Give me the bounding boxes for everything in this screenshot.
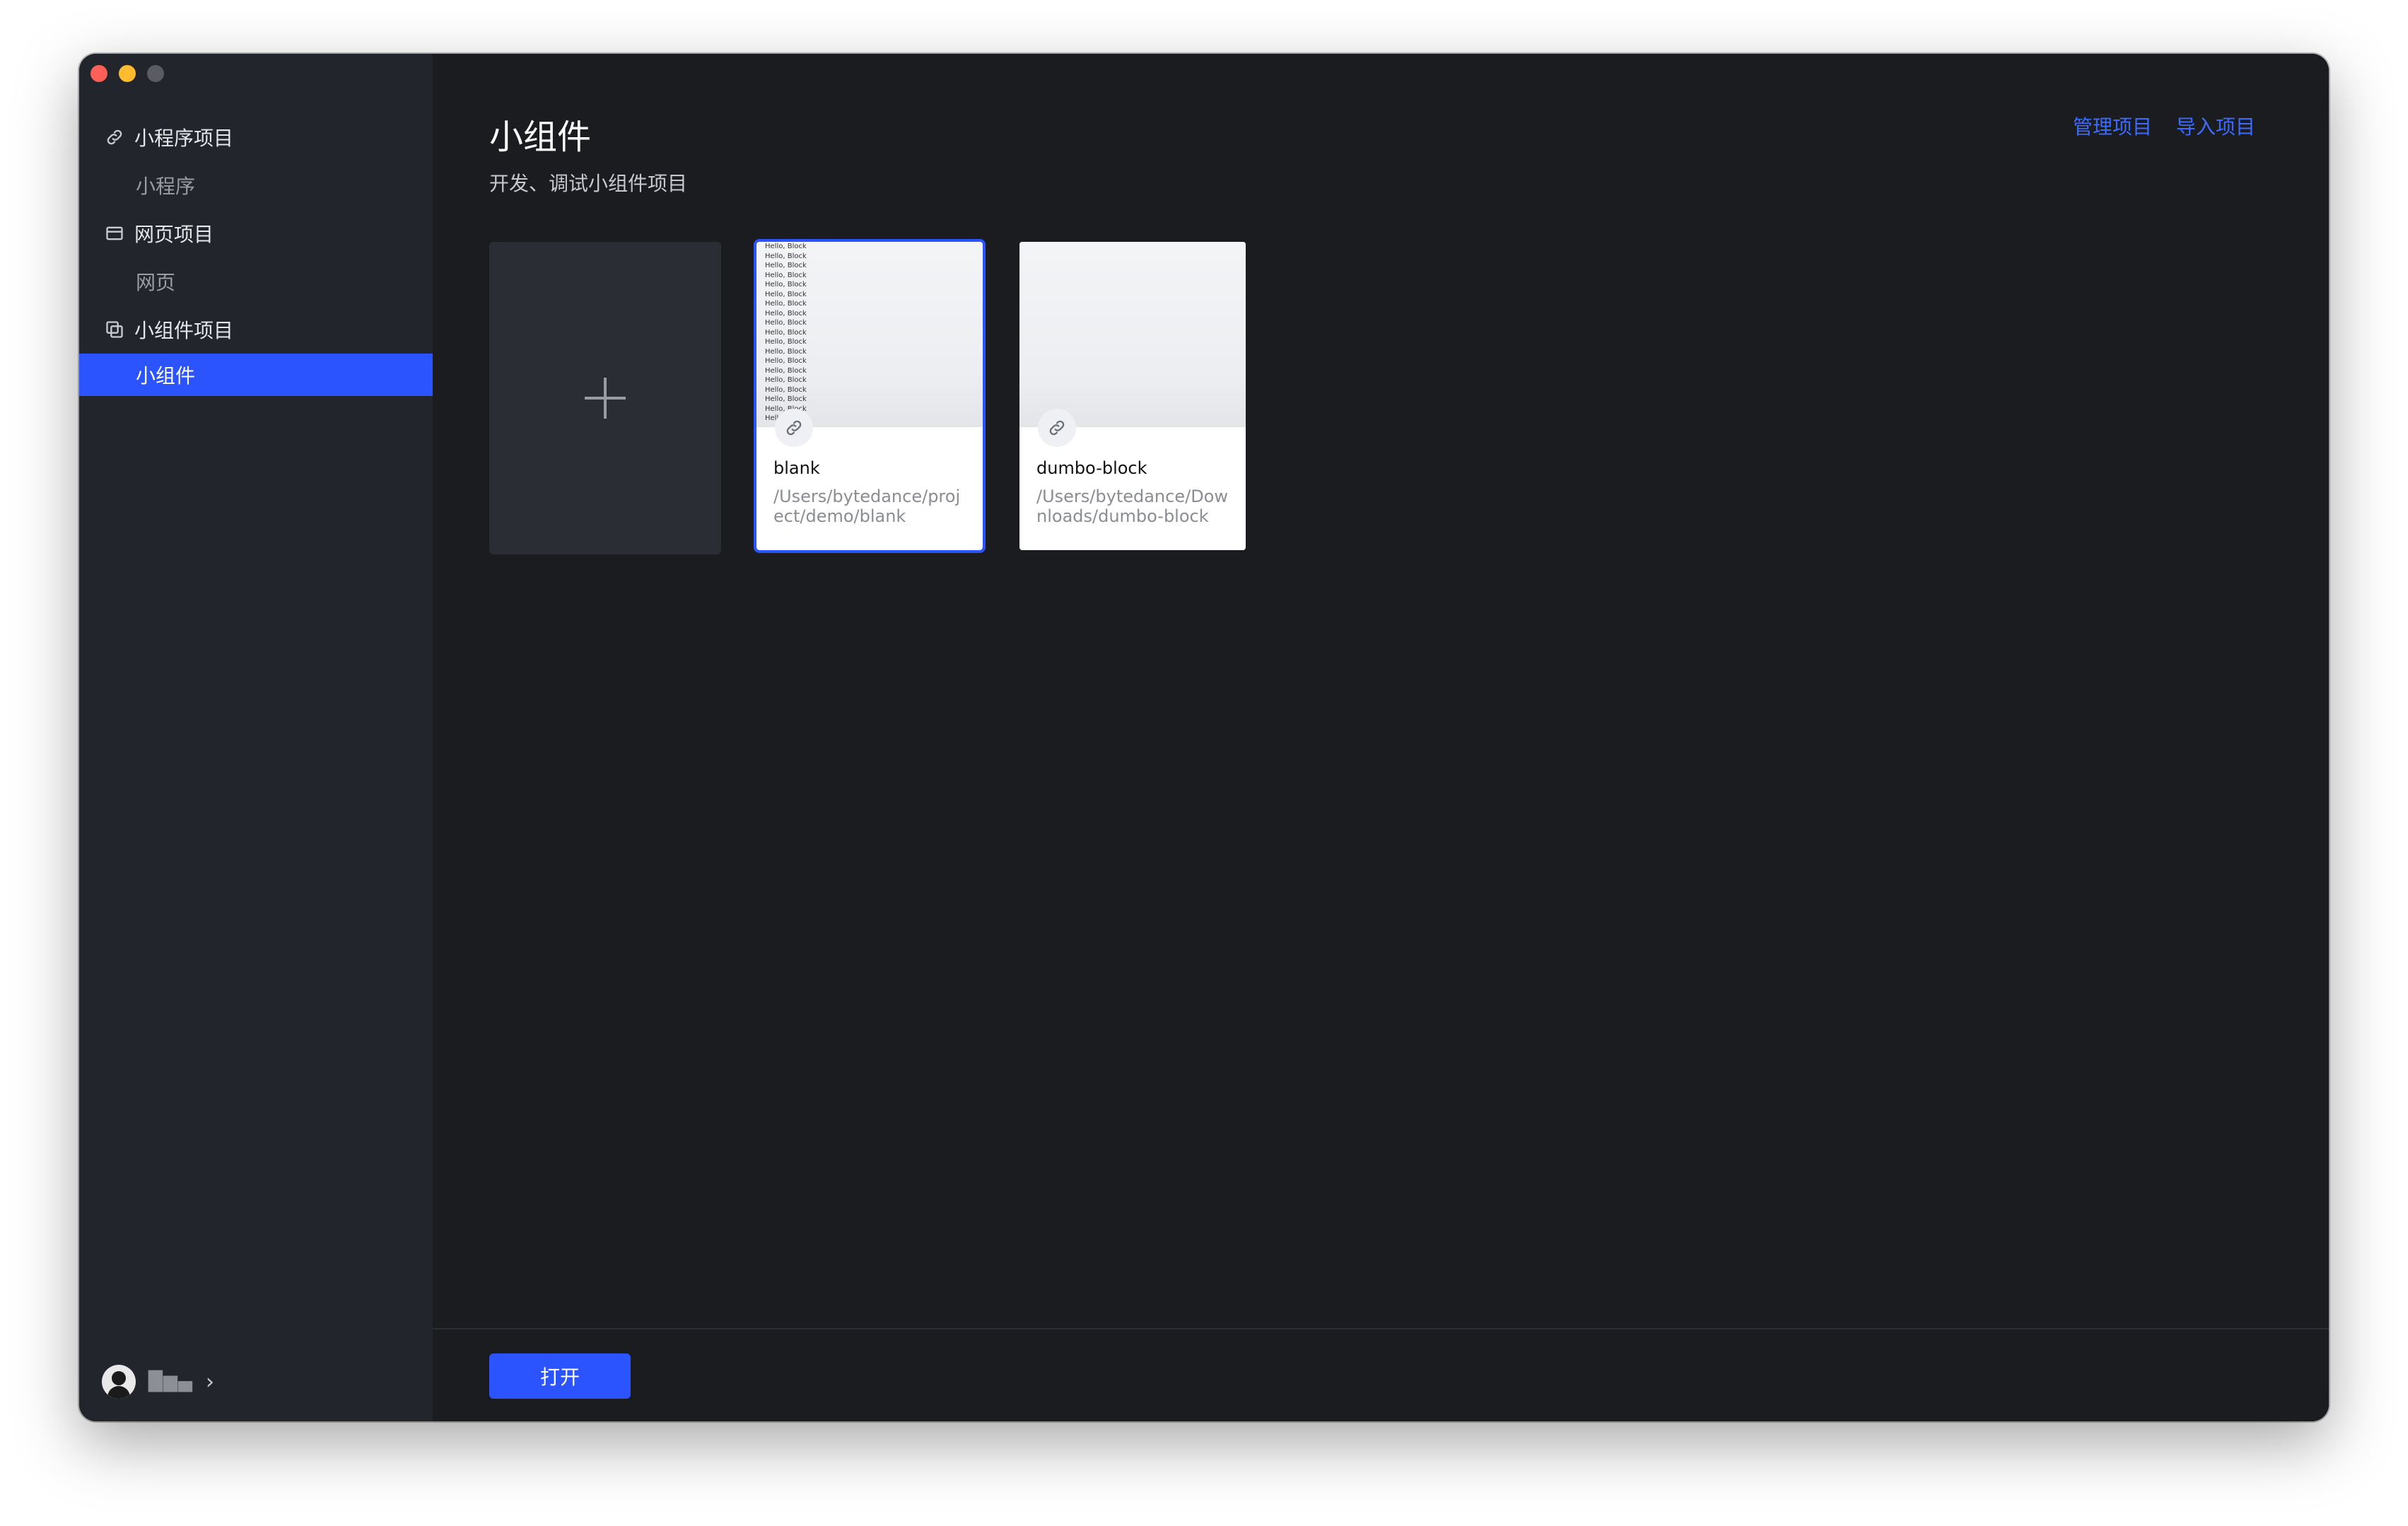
user-name: █▆▄ — [148, 1371, 193, 1392]
header-links: 管理项目 导入项目 — [2073, 112, 2255, 140]
sidebar-item-miniprogram[interactable]: 小程序 — [79, 161, 433, 209]
preview-line: Hello, Block — [765, 300, 807, 308]
project-card-dumbo-block[interactable]: dumbo-block /Users/bytedance/Downloads/d… — [1019, 242, 1246, 550]
user-account[interactable]: █▆▄ › — [102, 1365, 214, 1399]
footer-bar: 打开 — [433, 1328, 2329, 1421]
sidebar-item-widget[interactable]: 小组件 — [79, 354, 433, 396]
preview-line: Hello, Block — [765, 319, 807, 327]
minimize-window-button[interactable] — [119, 65, 136, 82]
project-name: dumbo-block — [1036, 458, 1147, 478]
window-controls — [90, 65, 164, 82]
import-project-link[interactable]: 导入项目 — [2176, 112, 2255, 140]
sidebar-nav: 小程序项目 小程序 网页项目 网页 小组件项目 小组件 — [79, 113, 433, 396]
project-preview — [1019, 242, 1246, 427]
sidebar-item-webpage[interactable]: 网页 — [79, 257, 433, 305]
link-icon — [775, 409, 813, 447]
close-window-button[interactable] — [90, 65, 107, 82]
widget-copy-icon — [105, 320, 124, 339]
preview-line: Hello, Block — [765, 243, 807, 250]
preview-line: Hello, Block — [765, 366, 807, 375]
preview-line: Hello, Block — [765, 347, 807, 356]
page-title: 小组件 — [489, 117, 592, 157]
new-project-card[interactable] — [489, 242, 721, 554]
preview-line: Hello, Block — [765, 309, 807, 318]
chevron-right-icon: › — [206, 1369, 214, 1394]
preview-line: Hello, Block — [765, 357, 807, 365]
open-button[interactable]: 打开 — [489, 1353, 631, 1399]
sidebar-group-widget[interactable]: 小组件项目 — [79, 305, 433, 354]
project-card-blank[interactable]: Hello, Block Hello, Block Hello, Block Hell… — [754, 239, 986, 553]
link-icon — [105, 127, 124, 147]
preview-line: Hello, Block — [765, 271, 807, 279]
browser-window-icon — [105, 223, 124, 243]
main-content: 小组件 开发、调试小组件项目 管理项目 导入项目 Hello, Block Hel… — [433, 54, 2329, 1421]
preview-line: Hello, Block — [765, 252, 807, 260]
manage-projects-link[interactable]: 管理项目 — [2073, 112, 2152, 140]
preview-line: Hello, Block — [765, 395, 807, 403]
app-window: 小程序项目 小程序 网页项目 网页 小组件项目 小组件 █▆▄ › 小组件 开发… — [79, 54, 2329, 1421]
link-icon — [1038, 409, 1076, 447]
preview-line: Hello, Block — [765, 281, 807, 289]
preview-line: Hello, Block — [765, 338, 807, 346]
preview-line: Hello, Block — [765, 328, 807, 337]
avatar[interactable] — [102, 1365, 136, 1399]
sidebar-group-label: 网页项目 — [134, 223, 214, 246]
sidebar-group-miniprogram[interactable]: 小程序项目 — [79, 113, 433, 161]
sidebar-group-label: 小程序项目 — [134, 127, 234, 150]
project-path: /Users/bytedance/project/demo/blank — [773, 487, 961, 526]
project-name: blank — [773, 458, 820, 478]
zoom-window-button[interactable] — [147, 65, 164, 82]
preview-line: Hello, Block — [765, 290, 807, 298]
project-path: /Users/bytedance/Downloads/dumbo-block — [1036, 487, 1228, 526]
preview-line: Hello, Block — [765, 262, 807, 269]
project-preview: Hello, Block Hello, Block Hello, Block Hell… — [756, 242, 983, 427]
plus-icon — [585, 378, 626, 419]
sidebar: 小程序项目 小程序 网页项目 网页 小组件项目 小组件 █▆▄ › — [79, 54, 433, 1421]
sidebar-group-webpage[interactable]: 网页项目 — [79, 209, 433, 257]
preview-line: Hello, Block — [765, 385, 807, 394]
preview-text: Hello, Block Hello, Block Hello, Block Hell… — [756, 242, 983, 424]
preview-line: Hello, Block — [765, 376, 807, 384]
project-grid: Hello, Block Hello, Block Hello, Block Hell… — [489, 239, 1282, 554]
page-subtitle: 开发、调试小组件项目 — [489, 172, 688, 195]
sidebar-group-label: 小组件项目 — [134, 319, 234, 342]
